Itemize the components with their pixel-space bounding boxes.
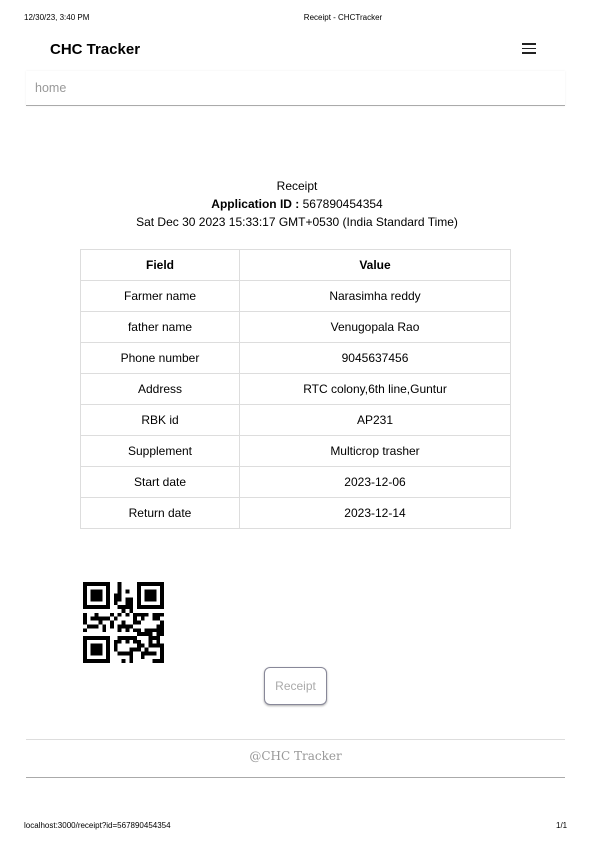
table-row: Address RTC colony,6th line,Guntur — [80, 373, 511, 405]
table-row: Return date 2023-12-14 — [80, 497, 511, 529]
header-value: Value — [239, 249, 511, 281]
field-cell: Return date — [80, 497, 240, 529]
print-url: localhost:3000/receipt?id=567890454354 — [24, 821, 171, 830]
qr-code — [83, 582, 164, 663]
table-header-row: Field Value — [80, 249, 511, 281]
receipt-button[interactable]: Receipt — [264, 667, 327, 705]
receipt-heading: Receipt — [276, 179, 318, 193]
receipt-date: Sat Dec 30 2023 15:33:17 GMT+0530 (India… — [136, 215, 458, 229]
value-cell: AP231 — [239, 404, 511, 436]
print-page: 1/1 — [556, 821, 568, 830]
value-cell: 2023-12-14 — [239, 497, 511, 529]
table-row: Supplement Multicrop trasher — [80, 435, 511, 467]
footer: @CHC Tracker — [26, 739, 565, 778]
field-cell: father name — [80, 311, 240, 343]
field-cell: RBK id — [80, 404, 240, 436]
nav-bar: home — [26, 71, 565, 106]
field-cell: Phone number — [80, 342, 240, 374]
application-id: Application ID : 567890454354 — [0, 197, 594, 211]
value-cell: Multicrop trasher — [239, 435, 511, 467]
hamburger-icon[interactable] — [522, 43, 536, 54]
field-cell: Start date — [80, 466, 240, 498]
field-cell: Address — [80, 373, 240, 405]
brand-title[interactable]: CHC Tracker — [50, 41, 140, 58]
table-row: father name Venugopala Rao — [80, 311, 511, 343]
app-id-label: Application ID : — [211, 197, 300, 211]
table-row: Phone number 9045637456 — [80, 342, 511, 374]
value-cell: Venugopala Rao — [239, 311, 511, 343]
footer-text: @CHC Tracker — [249, 749, 342, 763]
print-title: Receipt - CHCTracker — [303, 13, 383, 22]
table-row: RBK id AP231 — [80, 404, 511, 436]
app-id-value: 567890454354 — [302, 197, 383, 211]
table-row: Farmer name Narasimha reddy — [80, 280, 511, 312]
value-cell: 9045637456 — [239, 342, 511, 374]
value-cell: Narasimha reddy — [239, 280, 511, 312]
receipt-table: Field Value Farmer name Narasimha reddy fat… — [80, 249, 511, 529]
table-row: Start date 2023-12-06 — [80, 466, 511, 498]
field-cell: Farmer name — [80, 280, 240, 312]
value-cell: RTC colony,6th line,Guntur — [239, 373, 511, 405]
header-field: Field — [80, 249, 240, 281]
value-cell: 2023-12-06 — [239, 466, 511, 498]
field-cell: Supplement — [80, 435, 240, 467]
home-link[interactable]: home — [35, 81, 66, 95]
